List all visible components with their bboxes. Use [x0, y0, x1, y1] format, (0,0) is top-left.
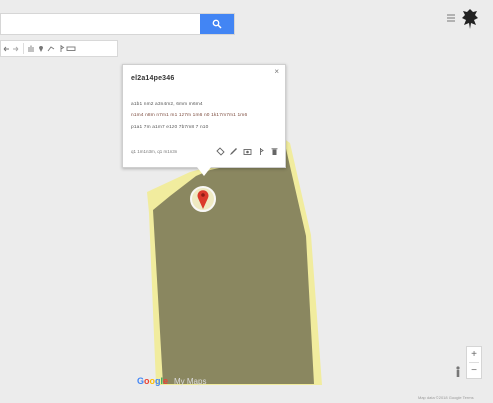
draw-line-tool[interactable] [46, 41, 56, 56]
redo-icon [13, 46, 19, 51]
redo-button[interactable] [11, 41, 21, 56]
line-icon [47, 46, 55, 52]
edit-button[interactable] [229, 146, 239, 156]
hand-icon [28, 45, 34, 52]
paint-bucket-icon [215, 146, 225, 156]
avatar[interactable] [461, 8, 479, 30]
popup-detail-line: n1m4 n8m n7m1 m1 1z7m 1m6 n0 1k17m7m1 1m… [131, 113, 248, 118]
popup-detail-line: a1b1 nm2 a3n4m2, 6mm m6m4 [131, 102, 203, 107]
popup-coordinates: q1 1m1n3m, q1 m1n3n [131, 149, 178, 154]
pencil-icon [230, 147, 237, 155]
ruler-icon [66, 46, 76, 51]
undo-icon [3, 46, 9, 51]
map-attribution: Map data ©2018 Google Terms [418, 395, 474, 400]
search-button[interactable] [200, 14, 234, 34]
popup-title: el2a14pe346 [131, 75, 175, 82]
trash-icon [271, 147, 277, 155]
pan-tool[interactable] [26, 41, 36, 56]
pegman-icon[interactable] [454, 366, 462, 378]
search-input[interactable] [1, 14, 201, 34]
zoom-out-button[interactable]: − [467, 363, 481, 378]
map-toolbar [0, 40, 118, 57]
add-photo-button[interactable] [242, 146, 252, 156]
zoom-in-button[interactable]: + [467, 347, 481, 362]
search-icon [212, 19, 222, 29]
zoom-controls: + − [466, 346, 482, 379]
directions-tool[interactable] [56, 41, 66, 56]
measure-tool[interactable] [66, 41, 76, 56]
toolbar-divider [23, 43, 24, 54]
style-button[interactable] [215, 146, 225, 156]
map-polygon-layer [147, 136, 322, 385]
google-logo: Google [137, 376, 169, 386]
popup-detail-line: p1a1 7m a1m7 e1z0 7b7m8 7 n10 [131, 125, 209, 130]
marker-icon [39, 46, 43, 52]
popup-actions [215, 145, 279, 157]
my-maps-label: My Maps [174, 377, 207, 386]
undo-button[interactable] [1, 41, 11, 56]
info-popup: el2a14pe346 × a1b1 nm2 a3n4m2, 6mm m6m4 … [122, 64, 286, 168]
direction-icon [260, 147, 264, 155]
direction-icon [60, 45, 65, 52]
add-marker-tool[interactable] [36, 41, 46, 56]
map-marker[interactable] [190, 183, 216, 213]
delete-button[interactable] [269, 146, 279, 156]
directions-button[interactable] [256, 146, 266, 156]
map-polygon[interactable] [153, 140, 314, 384]
list-icon[interactable] [446, 13, 456, 23]
camera-icon [243, 148, 251, 155]
search-bar [0, 13, 235, 35]
popup-pointer [197, 167, 211, 176]
close-icon[interactable]: × [274, 68, 279, 76]
